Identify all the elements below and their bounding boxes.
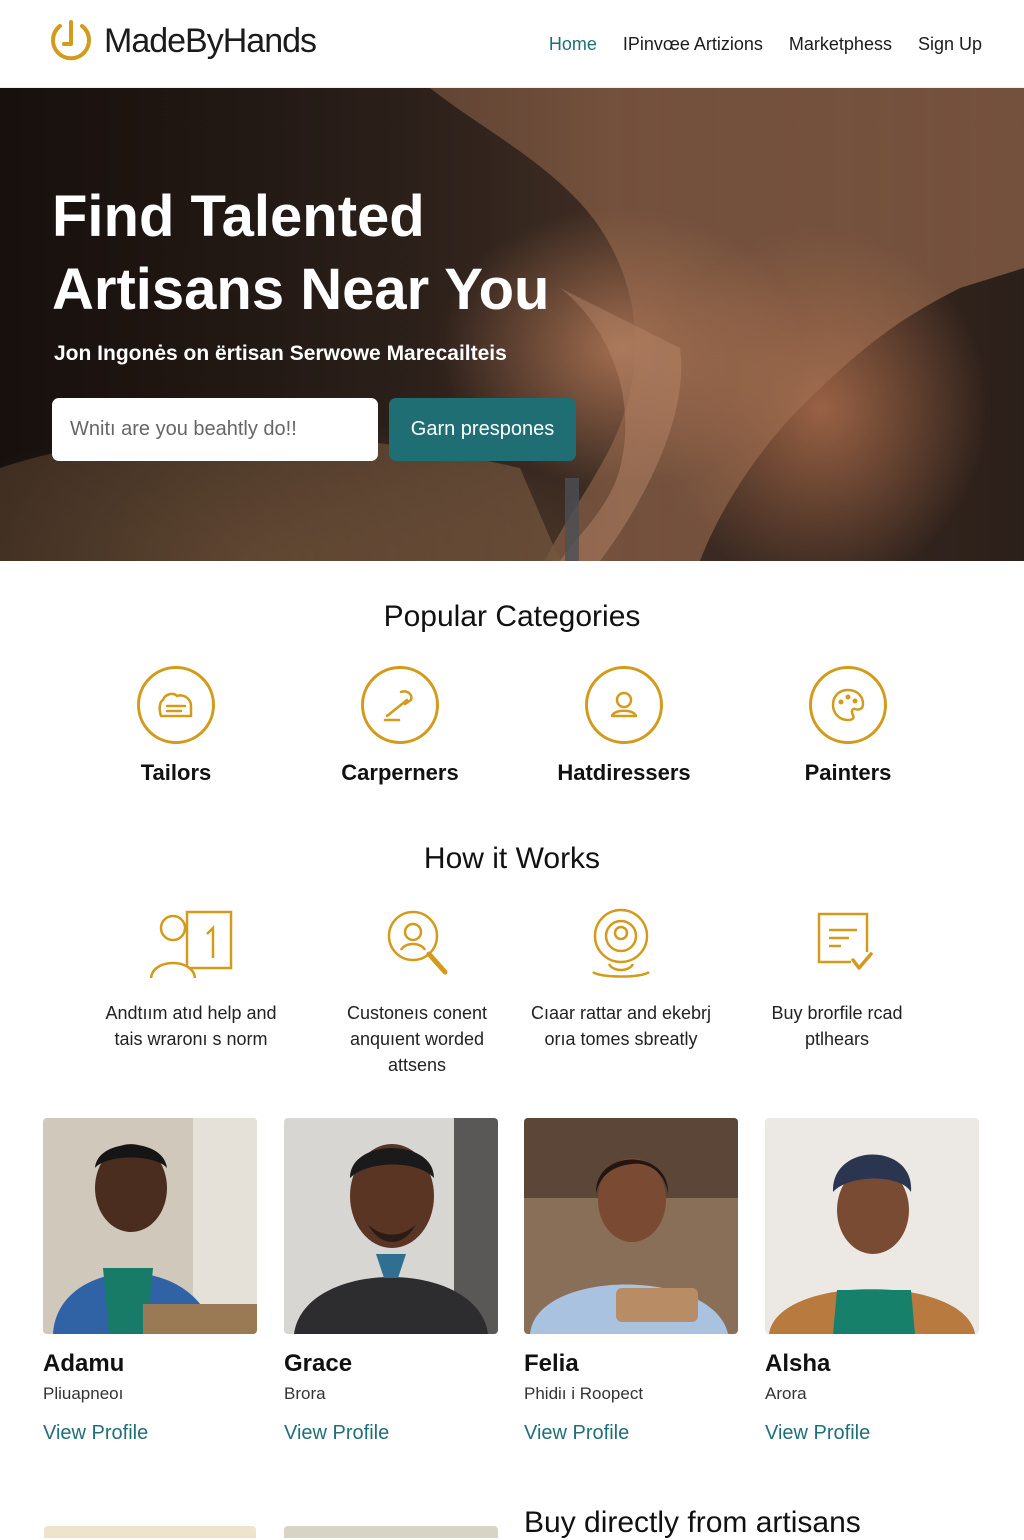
categories-title: Popular Categories xyxy=(383,600,641,633)
category-label: Carperners xyxy=(341,760,459,785)
logo-icon xyxy=(51,20,91,61)
artisan-card: Alsha Arora View Profile xyxy=(765,1118,979,1445)
search-button[interactable]: Garn prespones xyxy=(389,398,576,461)
how-it-works-title: How it Works xyxy=(423,842,601,875)
category-label: Painters xyxy=(804,760,892,785)
artisan-card: Adamu Pliuapneoı View Profile xyxy=(43,1118,257,1445)
view-profile-link[interactable]: View Profile xyxy=(284,1422,389,1445)
artisan-name: Alsha xyxy=(765,1350,831,1377)
document-check-icon xyxy=(817,912,873,970)
nav-artisans[interactable]: IPinvœe Artizions xyxy=(623,34,763,55)
nav-marketplace[interactable]: Marketphess xyxy=(789,34,892,55)
profile-number-icon xyxy=(149,910,233,979)
teaser-image xyxy=(44,1526,256,1538)
sewing-icon xyxy=(158,692,193,718)
artisan-role: Pliuapneoı xyxy=(43,1384,124,1403)
artisan-photo xyxy=(43,1118,257,1334)
view-profile-link[interactable]: View Profile xyxy=(43,1422,148,1445)
artisan-card: Grace Brora View Profile xyxy=(284,1118,498,1445)
nav-home[interactable]: Home xyxy=(549,34,597,55)
main-nav: Home IPinvœe Artizions Marketphess Sign … xyxy=(549,34,982,55)
category-label: Hatdiressers xyxy=(557,760,691,785)
artisan-name: Adamu xyxy=(43,1350,125,1377)
palette-icon xyxy=(831,688,865,722)
nav-sign-up[interactable]: Sign Up xyxy=(918,34,982,55)
search-icon xyxy=(387,910,448,975)
hero-section: Find Talented Artisans Near You Jon Ingo… xyxy=(0,88,1024,561)
site-header: MadeByHands Home IPinvœe Artizions Marke… xyxy=(0,0,1024,88)
step-3: Cıaar rattar and ekebrj orıa tomes sbrea… xyxy=(526,906,716,1052)
logo-text: MadeByHands xyxy=(104,21,317,60)
artisan-role: Phidiı i Roopect xyxy=(524,1384,644,1403)
hero-subtitle: Jon Ingonės on ërtisan Serwowe Marecailt… xyxy=(54,342,507,365)
logo[interactable]: MadeByHands xyxy=(46,16,317,66)
artisan-photo xyxy=(524,1118,738,1334)
artisan-photo xyxy=(284,1118,498,1334)
step-text: Cıaar rattar and ekebrj orıa tomes sbrea… xyxy=(530,1003,712,1049)
step-text: Buy brorfile rcad ptlhears xyxy=(771,1003,903,1049)
artisan-photo xyxy=(765,1118,979,1334)
step-4: Buy brorfile rcad ptlhears xyxy=(742,906,932,1052)
person-icon xyxy=(610,691,638,718)
artisan-role: Arora xyxy=(765,1384,807,1403)
carpentry-icon xyxy=(383,690,413,722)
artisan-role: Brora xyxy=(284,1384,326,1403)
category-tailors[interactable]: Tailors xyxy=(66,666,286,786)
location-pin-icon xyxy=(592,908,650,978)
view-profile-link[interactable]: View Profile xyxy=(524,1422,629,1445)
step-1: Andtıım atıd help and tais wraronı s nor… xyxy=(96,906,286,1052)
category-painters[interactable]: Painters xyxy=(738,666,958,786)
step-2: Custoneıs conent anquıent worded attsens xyxy=(322,906,512,1078)
category-hairdressers[interactable]: Hatdiressers xyxy=(514,666,734,786)
artisan-name: Grace xyxy=(284,1350,353,1377)
artisan-card: Felia Phidiı i Roopect View Profile xyxy=(524,1118,738,1445)
search-input[interactable] xyxy=(52,398,378,461)
artisan-name: Felia xyxy=(524,1350,579,1377)
view-profile-link[interactable]: View Profile xyxy=(765,1422,870,1445)
teaser-title: Buy directly from artisans xyxy=(524,1506,861,1539)
teaser-image xyxy=(284,1526,498,1538)
category-label: Tailors xyxy=(140,760,212,785)
hero-title: Find Talented Artisans Near You xyxy=(52,184,550,322)
step-text: Custoneıs conent anquıent worded attsens xyxy=(346,1003,488,1075)
step-text: Andtıım atıd help and tais wraronı s nor… xyxy=(105,1003,277,1049)
category-carpenters[interactable]: Carperners xyxy=(290,666,510,786)
